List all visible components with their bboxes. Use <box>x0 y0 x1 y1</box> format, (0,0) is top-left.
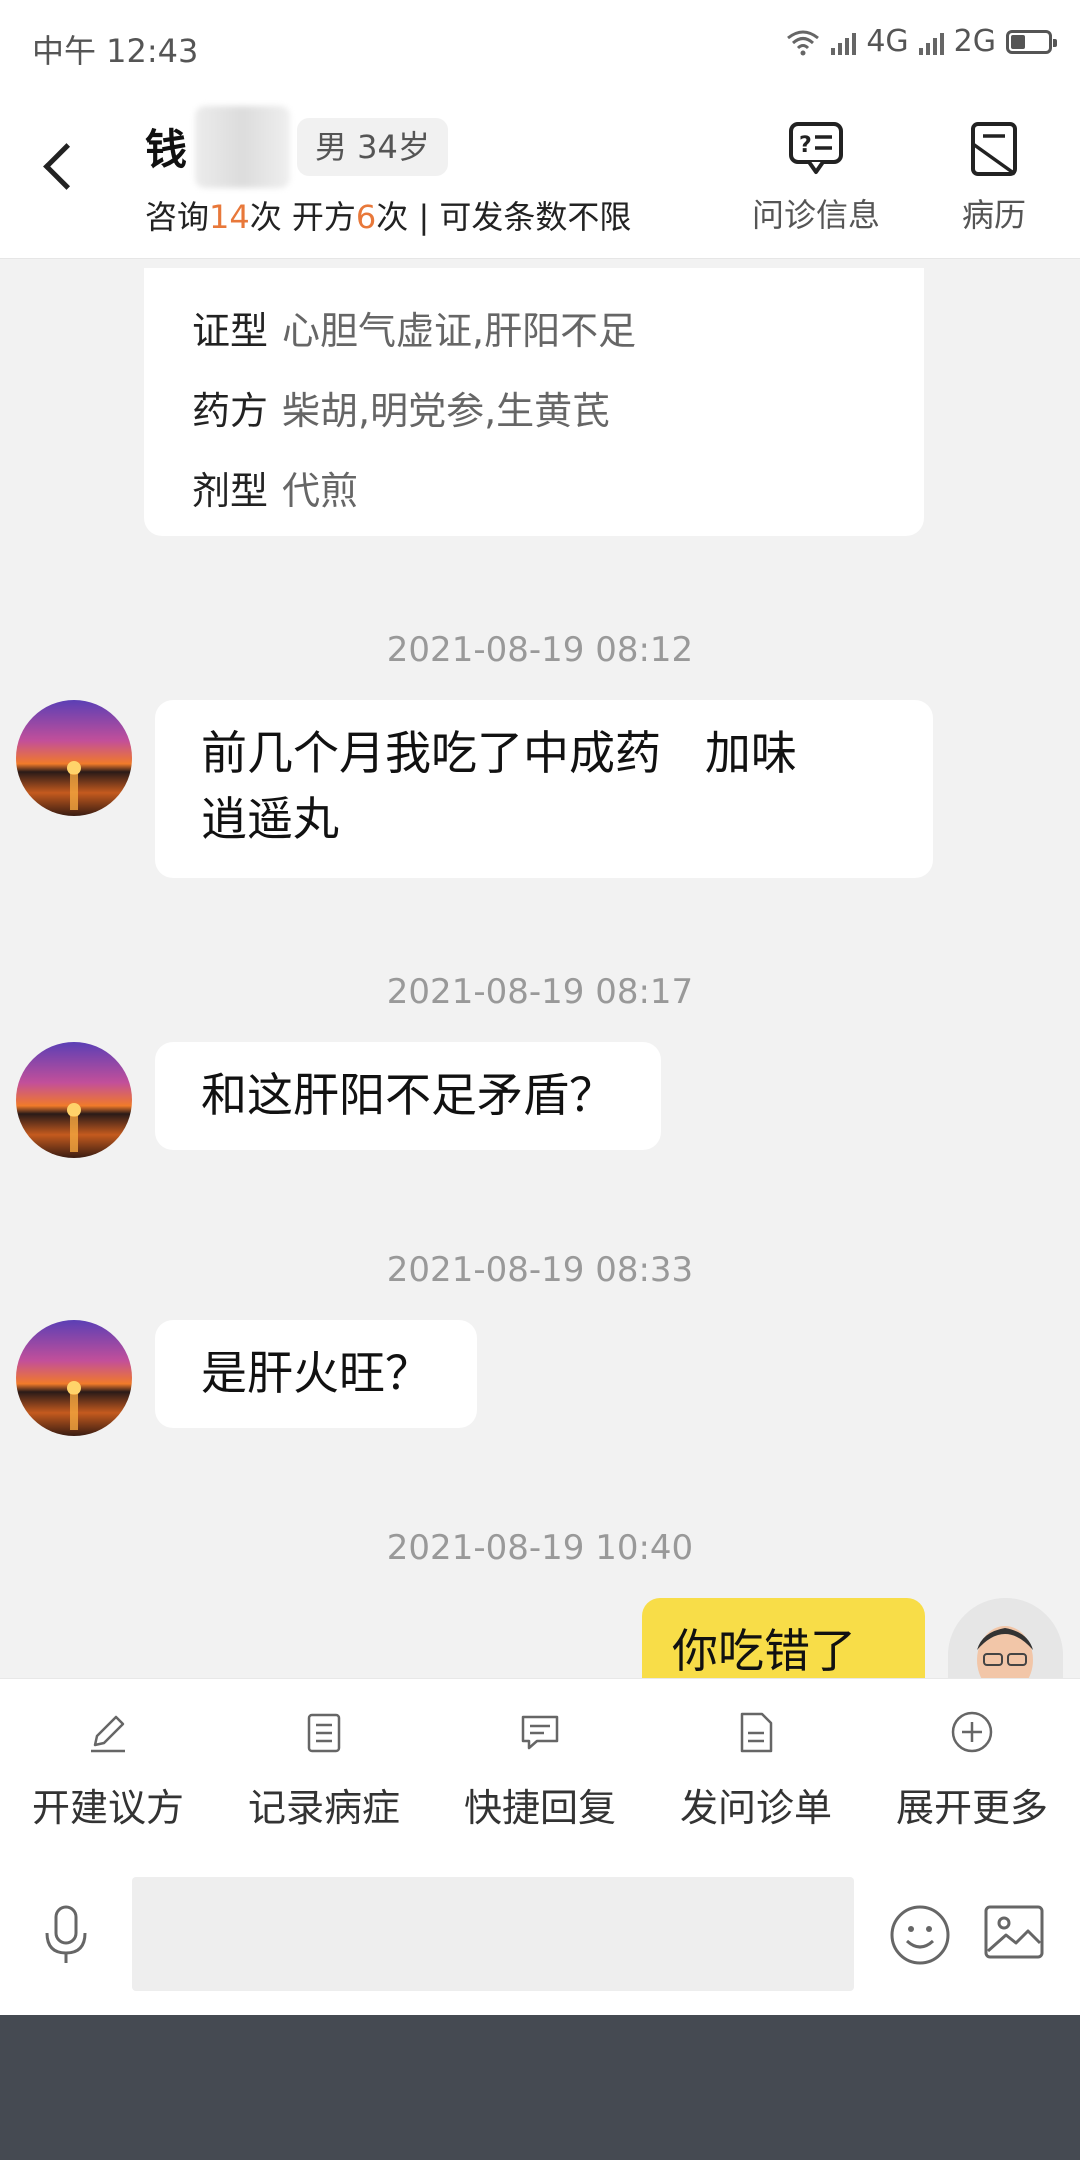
dosage-value: 代煎 <box>282 469 359 513</box>
wifi-icon <box>787 30 820 55</box>
dosage-label: 剂型 <box>192 469 269 513</box>
message-bubble[interactable]: 和这肝阳不足矛盾？ <box>155 1042 661 1150</box>
status-time: 中午 12:43 <box>32 32 199 70</box>
patient-name: 钱 <box>145 125 188 174</box>
send-form-button[interactable]: 发问诊单 <box>648 1709 864 1832</box>
question-chat-icon: ? <box>789 122 843 174</box>
patient-avatar[interactable] <box>16 700 132 816</box>
status-icons: 4G 2G <box>785 24 1057 59</box>
status-bar: 中午 12:43 4G 2G <box>0 0 1080 90</box>
stats-prefix: 咨询 <box>145 198 210 236</box>
signal-icon <box>831 29 857 55</box>
record-symptom-label: 记录病症 <box>247 1786 400 1830</box>
microphone-icon[interactable] <box>40 1903 92 1967</box>
quick-reply-button[interactable]: 快捷回复 <box>432 1709 648 1832</box>
sunset-avatar-icon <box>16 700 132 816</box>
formula-label: 药方 <box>192 389 269 433</box>
prescription-card[interactable]: 证型 心胆气虚证,肝阳不足 药方 柴胡,明党参,生黄芪 剂型 代煎 <box>144 268 924 536</box>
medical-record-button[interactable]: 病历 <box>962 120 1026 236</box>
message-input[interactable] <box>132 1877 854 1991</box>
sunset-avatar-icon <box>16 1042 132 1158</box>
message-timestamp: 2021-08-19 10:40 <box>386 1528 694 1568</box>
record-symptom-button[interactable]: 记录病症 <box>216 1709 432 1832</box>
message-timestamp: 2021-08-19 08:17 <box>386 972 694 1012</box>
syndrome-label: 证型 <box>192 309 269 353</box>
name-redaction <box>195 106 290 188</box>
message-text: 你吃错了 <box>672 1624 856 1678</box>
message-text-line-1: 前几个月我吃了中成药 加味 <box>201 726 797 780</box>
message-bubble[interactable]: 是肝火旺？ <box>155 1320 477 1428</box>
message-text: 是肝火旺？ <box>201 1346 431 1400</box>
emoji-icon[interactable] <box>888 1903 952 1967</box>
record-icon <box>307 1713 341 1753</box>
consult-count: 14 <box>209 198 250 236</box>
battery-icon <box>1006 29 1057 54</box>
prescription-count: 6 <box>355 198 377 236</box>
stats-suffix: 次 | 可发条数不限 <box>376 198 632 236</box>
expand-more-label: 展开更多 <box>895 1786 1048 1830</box>
patient-avatar[interactable] <box>16 1042 132 1158</box>
back-icon[interactable] <box>43 143 90 190</box>
image-icon[interactable] <box>982 1903 1046 1963</box>
expand-more-button[interactable]: 展开更多 <box>864 1709 1080 1832</box>
gender-age-badge: 男 34岁 <box>297 118 448 176</box>
formula-value: 柴胡,明党参,生黄芪 <box>282 389 611 433</box>
advice-prescription-label: 开建议方 <box>31 1786 184 1830</box>
formula-row: 药方 柴胡,明党参,生黄芪 <box>192 380 610 435</box>
svg-text:?: ? <box>799 133 812 158</box>
quick-reply-label: 快捷回复 <box>463 1786 616 1830</box>
syndrome-row: 证型 心胆气虚证,肝阳不足 <box>192 300 636 355</box>
message-text: 和这肝阳不足矛盾？ <box>201 1068 615 1122</box>
syndrome-value: 心胆气虚证,肝阳不足 <box>282 309 637 353</box>
doctor-avatar[interactable] <box>948 1598 1063 1678</box>
advice-prescription-button[interactable]: 开建议方 <box>0 1709 216 1832</box>
message-timestamp: 2021-08-19 08:12 <box>386 630 694 670</box>
doctor-photo-icon <box>948 1598 1063 1678</box>
patient-avatar[interactable] <box>16 1320 132 1436</box>
pen-icon <box>91 1715 125 1753</box>
send-form-label: 发问诊单 <box>679 1786 832 1830</box>
message-text-line-2: 逍遥丸 <box>201 792 339 846</box>
medical-record-label: 病历 <box>962 196 1027 234</box>
network-4g-label: 4G <box>866 24 909 59</box>
system-navigation-bar <box>0 2015 1080 2160</box>
consult-stats: 咨询14次 开方6次 | 可发条数不限 <box>145 192 631 238</box>
quick-action-toolbar: 开建议方 记录病症 快捷回复 发问诊单 展开更多 <box>0 1678 1080 1856</box>
stats-mid: 次 开方 <box>249 198 356 236</box>
message-timestamp: 2021-08-19 08:33 <box>386 1250 694 1290</box>
sunset-avatar-icon <box>16 1320 132 1436</box>
consult-info-label: 问诊信息 <box>752 196 881 234</box>
quick-reply-icon <box>521 1715 559 1750</box>
plus-circle-icon <box>951 1711 993 1753</box>
consult-info-button[interactable]: ? 问诊信息 <box>752 120 880 236</box>
record-document-icon <box>971 122 1017 176</box>
network-2g-label: 2G <box>953 24 996 59</box>
signal-icon-2 <box>918 29 944 55</box>
my-message-bubble[interactable]: 你吃错了 <box>642 1598 925 1678</box>
message-bubble[interactable]: 前几个月我吃了中成药 加味 逍遥丸 <box>155 700 933 878</box>
dosage-row: 剂型 代煎 <box>192 460 358 515</box>
chat-header: 钱 男 34岁 咨询14次 开方6次 | 可发条数不限 ? 问诊信息 病历 <box>0 90 1080 259</box>
form-icon <box>740 1712 773 1753</box>
message-input-bar <box>0 1855 1080 2015</box>
